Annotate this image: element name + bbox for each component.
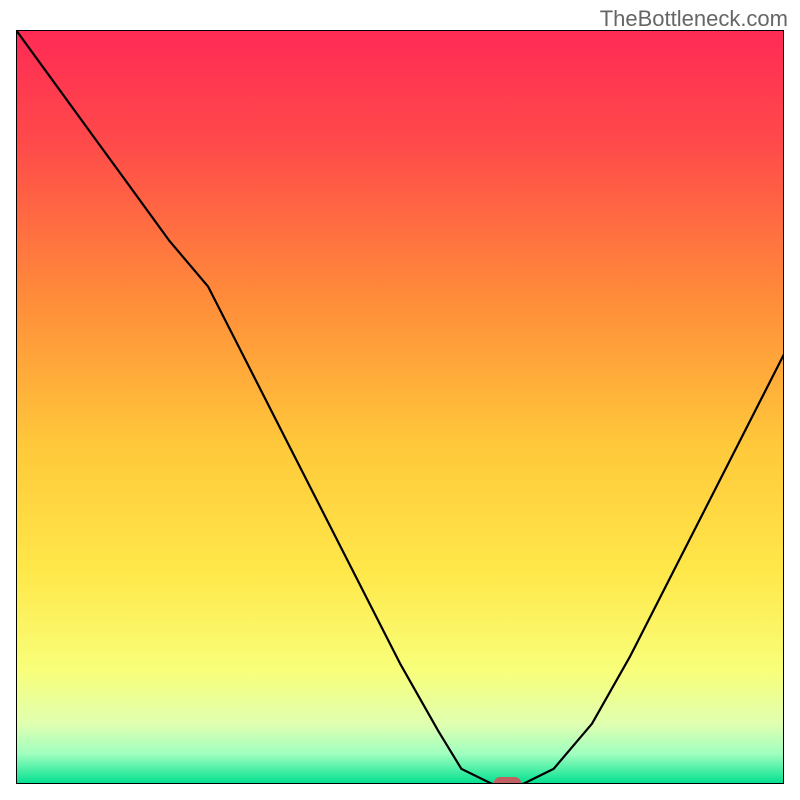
optimal-marker xyxy=(494,777,522,784)
plot-area xyxy=(16,30,784,784)
watermark-text: TheBottleneck.com xyxy=(600,6,788,32)
chart-container: TheBottleneck.com xyxy=(0,0,800,800)
chart-svg xyxy=(16,30,784,784)
gradient-background xyxy=(16,30,784,784)
